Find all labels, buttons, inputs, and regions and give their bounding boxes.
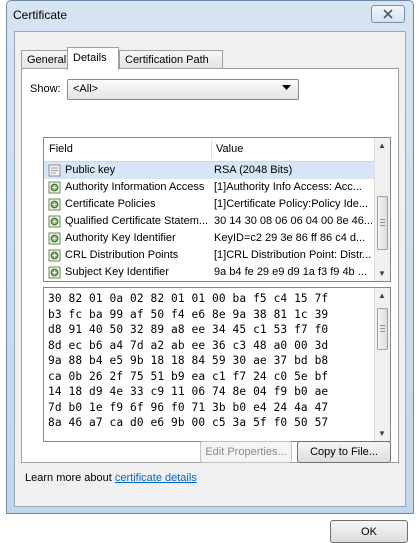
hex-line: 30 82 01 0a 02 82 01 01 00 ba f5 c4 15 7… xyxy=(48,292,329,305)
field-value: RSA (2048 Bits) xyxy=(214,164,293,176)
scroll-down-icon[interactable]: ▼ xyxy=(378,429,386,438)
list-item[interactable]: Basic ConstraintsSubject Type=End Entity… xyxy=(44,281,375,282)
field-name: Subject Key Identifier xyxy=(65,266,169,278)
field-value: [1]CRL Distribution Point: Distr... xyxy=(214,249,372,261)
column-header-value[interactable]: Value xyxy=(216,143,243,155)
hex-line: ca 0b 26 2f 75 51 b9 ea c1 f7 24 c0 5e b… xyxy=(48,369,329,383)
hex-line: d8 91 40 50 32 89 a8 ee 34 45 c1 53 f7 f… xyxy=(48,323,329,336)
field-value: [1]Certificate Policy:Policy Ide... xyxy=(214,198,369,210)
hex-line: b3 fc ba 99 af 50 f4 e6 8e 9a 38 81 1c 3… xyxy=(48,307,329,321)
field-name: Qualified Certificate Statem... xyxy=(65,215,207,227)
extension-field-icon xyxy=(48,249,61,262)
scroll-thumb[interactable] xyxy=(377,308,388,350)
list-item[interactable]: Authority Key Identifier KeyID=c2 29 3e 8… xyxy=(44,230,375,247)
fields-scrollbar[interactable]: ▲ ▼ xyxy=(374,138,390,281)
field-value: KeyID=c2 29 3e 86 ff 86 c4 d... xyxy=(214,232,366,244)
scroll-up-icon[interactable]: ▲ xyxy=(378,291,386,300)
extension-field-icon xyxy=(48,198,61,211)
scroll-thumb[interactable] xyxy=(377,196,388,250)
hex-line: 14 18 d9 4e 33 c9 11 06 74 8e 04 f9 b0 a… xyxy=(48,385,329,398)
window-title: Certificate xyxy=(13,8,68,22)
list-item[interactable]: Public key RSA (2048 Bits) xyxy=(44,162,375,179)
field-name: Public key xyxy=(65,164,116,176)
tab-general-label: General xyxy=(27,54,67,66)
tab-general[interactable]: General xyxy=(21,50,68,69)
list-item[interactable]: Qualified Certificate Statem... 30 14 30 … xyxy=(44,213,375,230)
column-header-field[interactable]: Field xyxy=(49,143,73,155)
list-header: Field Value xyxy=(44,138,375,162)
extension-field-icon xyxy=(48,215,61,228)
field-value: 30 14 30 08 06 06 04 00 8e 46... xyxy=(214,215,372,227)
tab-certification-path[interactable]: Certification Path xyxy=(119,50,223,69)
extension-field-icon xyxy=(48,266,61,279)
certificate-details-link[interactable]: certificate details xyxy=(115,472,197,484)
close-icon xyxy=(383,9,393,19)
title-bar[interactable]: Certificate xyxy=(7,1,413,31)
list-item[interactable]: Authority Information Access [1]Authority… xyxy=(44,179,375,196)
hex-line: 8d ec b6 a4 7d a2 ab ee 36 c3 48 a0 00 3… xyxy=(48,338,329,352)
show-dropdown[interactable]: <All> xyxy=(67,79,299,100)
edit-properties-button[interactable]: Edit Properties... xyxy=(200,441,292,463)
tab-details[interactable]: Details xyxy=(67,47,119,70)
chevron-down-icon xyxy=(282,85,291,90)
copy-to-file-button[interactable]: Copy to File... xyxy=(297,441,391,463)
list-item[interactable]: CRL Distribution Points [1]CRL Distributi… xyxy=(44,247,375,264)
hex-line: 8a 46 a7 ca d0 e6 9b 00 c5 3a 5f f0 50 5… xyxy=(48,416,329,429)
fields-list[interactable]: Field Value Public key RSA (2048 Bits) Aut… xyxy=(43,137,391,282)
field-name: Authority Information Access xyxy=(65,181,205,193)
tab-details-label: Details xyxy=(73,52,107,64)
list-rows: Public key RSA (2048 Bits) Authority Infor… xyxy=(44,162,375,282)
list-item[interactable]: Certificate Policies [1]Certificate Polic… xyxy=(44,196,375,213)
details-panel: Show: <All> Field Value Public key RSA (2… xyxy=(21,68,399,463)
close-button[interactable] xyxy=(371,5,405,23)
show-label: Show: xyxy=(30,83,61,95)
list-item[interactable]: Subject Key Identifier 9a b4 fe 29 e9 d9 … xyxy=(44,264,375,281)
hex-line: 7d b0 1e f9 6f 96 f0 71 3b b0 e4 24 4a 4… xyxy=(48,400,329,414)
value-detail-box[interactable]: 30 82 01 0a 02 82 01 01 00 ba f5 c4 15 7… xyxy=(43,287,391,442)
hex-line: 9a 88 b4 e5 9b 18 18 84 59 30 ae 37 bd b… xyxy=(48,354,329,367)
learn-more-prefix: Learn more about xyxy=(25,472,115,484)
field-name: Certificate Policies xyxy=(65,198,156,210)
extension-field-icon xyxy=(48,232,61,245)
column-divider[interactable] xyxy=(211,140,212,158)
learn-more-text: Learn more about certificate details xyxy=(25,472,197,484)
tab-certification-path-label: Certification Path xyxy=(125,54,209,66)
scroll-down-icon[interactable]: ▼ xyxy=(378,269,386,278)
field-value: 9a b4 fe 29 e9 d9 1a f3 f9 4b ... xyxy=(214,266,367,278)
extension-field-icon xyxy=(48,181,61,194)
field-name: Authority Key Identifier xyxy=(65,232,176,244)
value-scrollbar[interactable]: ▲ ▼ xyxy=(374,288,390,441)
certificate-dialog: Certificate General Details Certificatio… xyxy=(6,0,414,543)
field-value: [1]Authority Info Access: Acc... xyxy=(214,181,362,193)
show-selected-value: <All> xyxy=(73,83,99,95)
dialog-body: General Details Certification Path Show:… xyxy=(14,31,408,543)
field-name: CRL Distribution Points xyxy=(65,249,179,261)
certificate-field-icon xyxy=(48,164,61,177)
scroll-up-icon[interactable]: ▲ xyxy=(378,141,386,150)
ok-button[interactable]: OK xyxy=(330,520,408,543)
